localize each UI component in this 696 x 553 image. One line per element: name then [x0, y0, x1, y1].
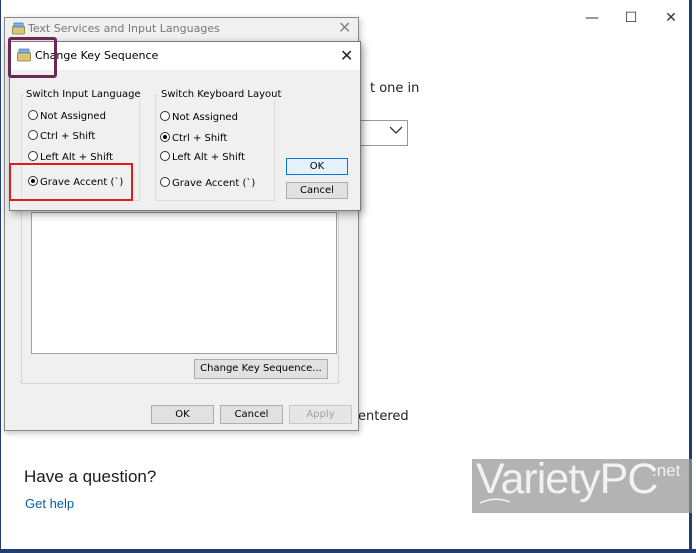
settings-description-text: t one in — [370, 81, 420, 96]
text-services-title: Text Services and Input Languages — [28, 22, 220, 35]
input-language-radio-left-alt-shift[interactable]: Left Alt + Shift — [28, 151, 113, 163]
text-services-close-icon[interactable]: ✕ — [338, 18, 351, 37]
change-key-sequence-ok-button[interactable]: OK — [286, 158, 348, 175]
radio-label: Not Assigned — [40, 111, 106, 122]
text-services-apply-button[interactable]: Apply — [289, 405, 352, 424]
radio-label: Ctrl + Shift — [172, 133, 228, 144]
keyboard-settings-icon — [12, 22, 25, 35]
keyboard-layout-radio-not-assigned[interactable]: Not Assigned — [160, 111, 238, 123]
switch-keyboard-layout-label: Switch Keyboard Layout — [159, 89, 284, 100]
watermark-logo-text: VarietyPC — [476, 455, 658, 503]
keyboard-layout-radio-grave-accent[interactable]: Grave Accent (`) — [160, 177, 255, 189]
radio-label: Not Assigned — [172, 112, 238, 123]
text-services-ok-button[interactable]: OK — [151, 405, 214, 424]
text-services-cancel-button[interactable]: Cancel — [220, 405, 283, 424]
hot-keys-list[interactable] — [31, 212, 337, 354]
change-key-sequence-close-icon[interactable]: ✕ — [340, 46, 353, 65]
change-key-sequence-button[interactable]: Change Key Sequence... — [194, 359, 328, 379]
minimize-button[interactable]: — — [572, 6, 612, 30]
input-language-radio-ctrl-shift[interactable]: Ctrl + Shift — [28, 130, 95, 142]
help-heading: Have a question? — [24, 467, 157, 486]
settings-option-text: entered — [358, 409, 409, 424]
highlight-box-red — [9, 163, 133, 201]
close-button[interactable]: ✕ — [651, 6, 691, 30]
change-key-sequence-cancel-button[interactable]: Cancel — [286, 182, 348, 199]
watermark-logo-suffix: .net — [652, 461, 681, 480]
window-border-bottom — [0, 549, 696, 553]
chevron-down-icon — [389, 124, 403, 138]
highlight-box-purple — [8, 37, 57, 78]
radio-label: Left Alt + Shift — [40, 152, 113, 163]
watermark-swoosh-icon — [480, 498, 510, 504]
input-language-radio-not-assigned[interactable]: Not Assigned — [28, 110, 106, 122]
get-help-link[interactable]: Get help — [25, 496, 74, 511]
keyboard-layout-radio-ctrl-shift[interactable]: Ctrl + Shift — [160, 132, 227, 144]
radio-label: Grave Accent (`) — [172, 178, 256, 189]
maximize-button[interactable]: ☐ — [611, 6, 651, 30]
keyboard-layout-radio-left-alt-shift[interactable]: Left Alt + Shift — [160, 151, 245, 163]
switch-input-language-label: Switch Input Language — [24, 89, 143, 100]
radio-label: Ctrl + Shift — [40, 131, 96, 142]
radio-label: Left Alt + Shift — [172, 152, 245, 163]
